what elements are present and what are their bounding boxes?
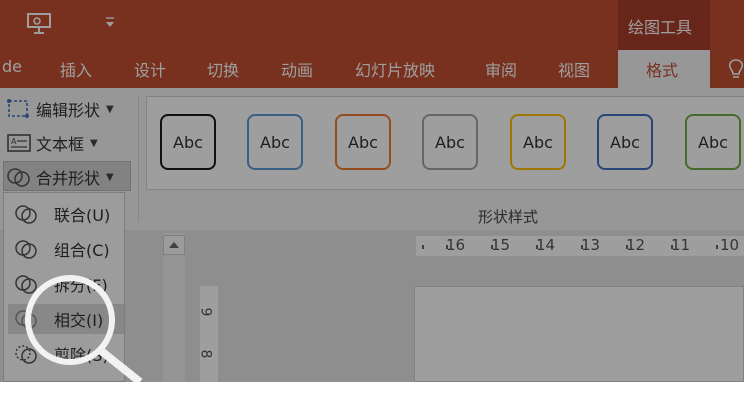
shape-styles-group-label: 形状样式 <box>478 208 539 226</box>
tab-view[interactable]: 视图 <box>558 57 590 81</box>
tab-design-partial[interactable]: de <box>2 57 22 76</box>
ruler-label: 16 <box>446 236 466 254</box>
menu-item-label: 组合(C) <box>54 241 110 260</box>
customize-qat-icon[interactable] <box>104 14 116 33</box>
ruler-label: 9 <box>197 307 214 317</box>
menu-item-label: 相交(I) <box>54 311 104 330</box>
edit-shape-label: 编辑形状 <box>36 101 101 120</box>
horizontal-ruler: 16 15 14 13 12 11 10 <box>416 236 744 256</box>
vertical-ruler: 9 8 <box>197 286 218 382</box>
ruler-label: 11 <box>671 236 691 254</box>
tab-animations[interactable]: 动画 <box>281 57 313 81</box>
tab-review[interactable]: 审阅 <box>485 57 517 81</box>
slide-canvas[interactable] <box>414 286 744 382</box>
text-box-button[interactable]: A 文本框 ▼ <box>6 131 98 155</box>
merge-shapes-button[interactable]: 合并形状 ▼ <box>6 165 114 189</box>
menu-item-fragment[interactable]: 拆分(F) <box>12 269 122 299</box>
ruler-label: 15 <box>491 236 511 254</box>
edit-shape-button[interactable]: 编辑形状 ▼ <box>6 97 114 121</box>
drawing-tools-label: 绘图工具 <box>628 18 693 37</box>
ruler-label: 8 <box>197 349 214 359</box>
merge-shapes-label: 合并形状 <box>36 169 101 188</box>
chevron-down-icon: ▼ <box>106 103 114 115</box>
merge-shapes-menu: 联合(U) 组合(C) 拆分(F) 相交(I) 剪除(S) <box>3 192 125 382</box>
chevron-down-icon: ▼ <box>90 137 98 149</box>
union-icon <box>15 205 37 224</box>
menu-item-union[interactable]: 联合(U) <box>12 199 122 229</box>
shape-style-swatch[interactable]: Abc <box>335 114 391 170</box>
menu-item-label: 拆分(F) <box>54 276 108 295</box>
menu-item-subtract[interactable]: 剪除(S) <box>12 339 122 369</box>
ruler-label: 14 <box>536 236 556 254</box>
tab-insert[interactable]: 插入 <box>60 57 92 81</box>
ribbon-group-divider <box>138 96 139 222</box>
menu-item-intersect[interactable]: 相交(I) <box>8 304 124 334</box>
tab-slideshow[interactable]: 幻灯片放映 <box>355 57 435 81</box>
edit-shape-icon <box>7 99 29 118</box>
menu-item-label: 联合(U) <box>54 206 111 225</box>
tab-format-label: 格式 <box>646 61 679 80</box>
presentation-icon[interactable] <box>26 12 52 38</box>
tab-design[interactable]: 设计 <box>134 57 166 81</box>
shape-style-swatch[interactable]: Abc <box>597 114 653 170</box>
shape-style-swatch[interactable]: Abc <box>422 114 478 170</box>
tab-transitions[interactable]: 切换 <box>207 57 239 81</box>
shape-style-swatch[interactable]: Abc <box>685 114 741 170</box>
shape-style-swatch[interactable]: Abc <box>160 114 216 170</box>
menu-item-combine[interactable]: 组合(C) <box>12 234 122 264</box>
lightbulb-icon[interactable] <box>728 58 744 86</box>
text-box-icon: A <box>7 134 31 152</box>
combine-icon <box>15 240 37 259</box>
shape-style-swatch[interactable]: Abc <box>247 114 303 170</box>
shape-style-swatch[interactable]: Abc <box>510 114 566 170</box>
triangle-up-icon <box>169 242 179 248</box>
text-box-label: 文本框 <box>36 135 85 154</box>
intersect-icon <box>15 310 37 329</box>
app-window: 绘图工具 de 插入 设计 切换 动画 幻灯片放映 审阅 视图 格式 编辑形状 … <box>0 0 744 382</box>
menu-item-label: 剪除(S) <box>54 346 109 365</box>
merge-shapes-icon <box>7 168 30 187</box>
ruler-label: 12 <box>626 236 646 254</box>
subtract-icon <box>15 345 37 364</box>
ruler-label: 13 <box>581 236 601 254</box>
ruler-label: 10 <box>720 236 740 254</box>
fragment-icon <box>15 275 37 294</box>
scroll-up-button[interactable] <box>163 235 185 255</box>
svg-text:A: A <box>11 137 17 146</box>
chevron-down-icon: ▼ <box>106 171 114 183</box>
